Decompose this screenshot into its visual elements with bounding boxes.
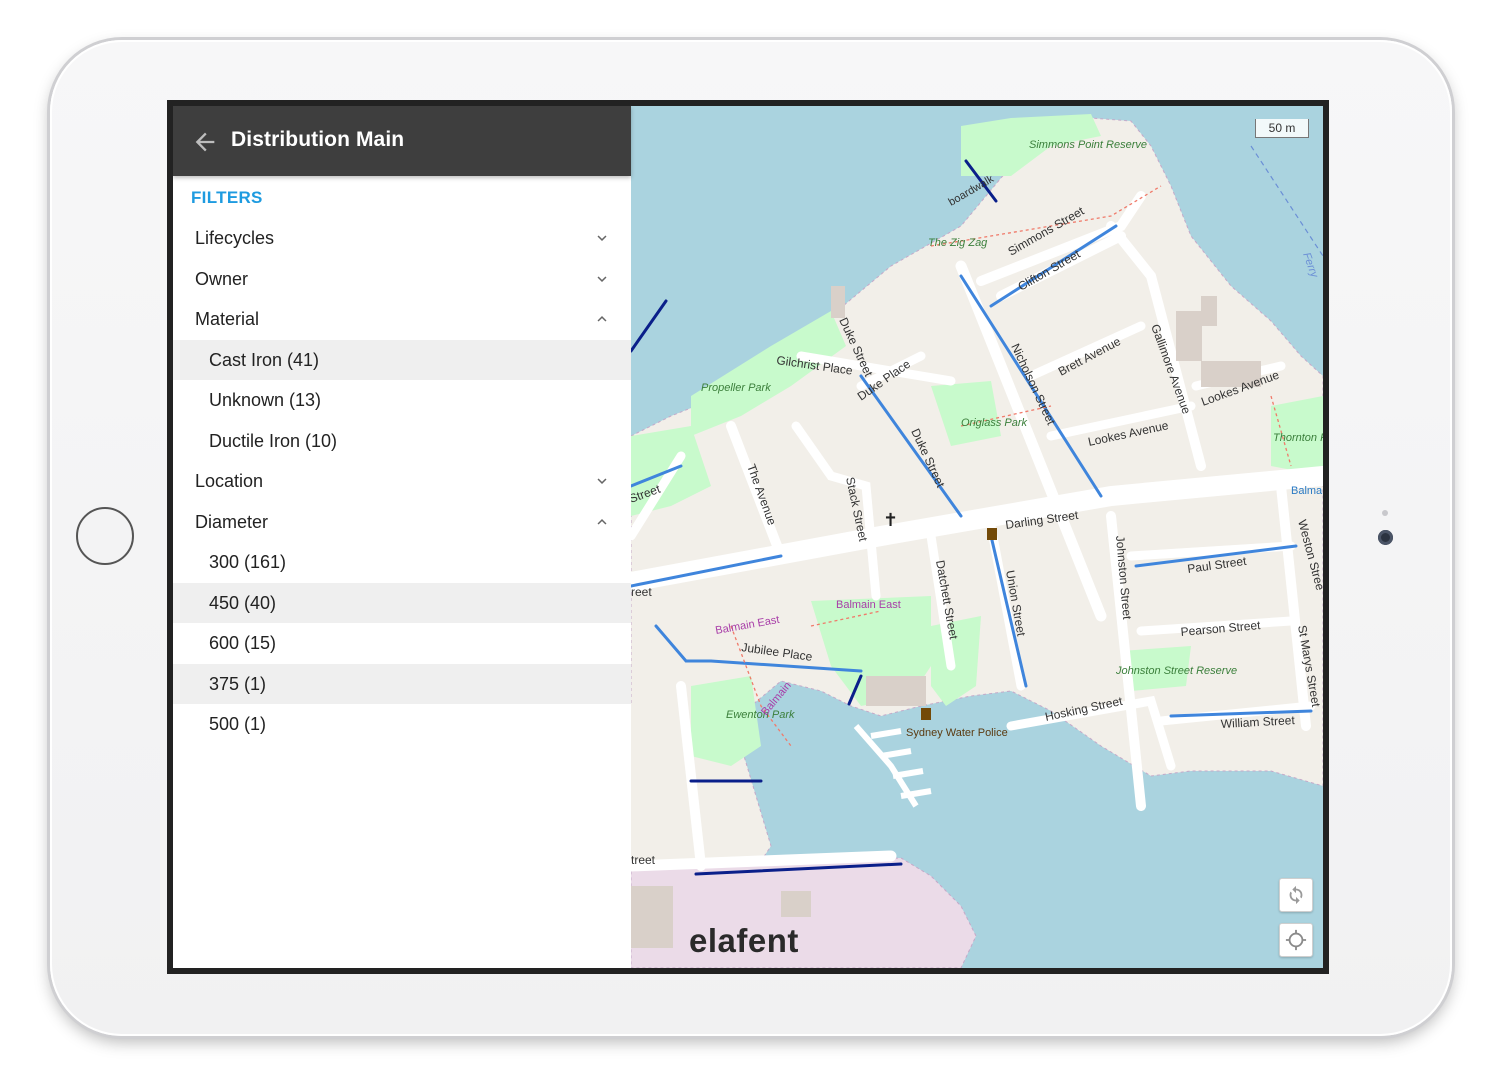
building (1201, 296, 1217, 326)
filter-label: Lifecycles (195, 228, 275, 248)
chevron-down-icon (597, 275, 607, 282)
app-viewport: Distribution Main FILTERS Lifecycles Own… (173, 106, 1323, 968)
option-label: 450 (40) (209, 592, 277, 613)
place-label: Johnston Street Reserve (1115, 665, 1237, 677)
arrow-left-icon (195, 132, 215, 152)
police-icon (921, 708, 931, 720)
filter-diameter[interactable]: Diameter (173, 502, 631, 543)
refresh-icon (1289, 885, 1303, 905)
front-camera (1378, 530, 1393, 545)
locate-button[interactable] (1279, 923, 1313, 957)
building (781, 891, 811, 917)
option-label: Cast Iron (41) (209, 349, 320, 370)
filter-list: Lifecycles Owner Material Cast Iron (41)… (173, 218, 631, 745)
filter-label: Location (195, 471, 264, 491)
rotate-button[interactable] (1279, 878, 1313, 912)
option-375[interactable]: 375 (1) (173, 663, 631, 704)
option-label: 600 (15) (209, 633, 277, 653)
option-cast-iron[interactable]: Cast Iron (41) (173, 339, 631, 380)
panel-header: Distribution Main (173, 106, 631, 176)
tablet-screen: Distribution Main FILTERS Lifecycles Own… (167, 100, 1329, 974)
church-icon: ✝ (883, 510, 898, 530)
chevron-up-icon (597, 316, 607, 322)
option-label: 500 (1) (209, 714, 267, 734)
option-500[interactable]: 500 (1) (173, 704, 631, 745)
filter-label: Owner (195, 268, 249, 289)
option-300[interactable]: 300 (161) (173, 542, 631, 583)
street-label: reet (631, 585, 652, 599)
map-scale: 50 m (1255, 119, 1309, 138)
filters-heading: FILTERS (191, 188, 263, 207)
place-label: Origlass Park (961, 417, 1028, 429)
filter-location[interactable]: Location (173, 461, 631, 502)
place-label: Propeller Park (701, 382, 771, 394)
option-unknown[interactable]: Unknown (13) (173, 380, 631, 421)
building (631, 886, 673, 948)
filter-owner[interactable]: Owner (173, 259, 631, 300)
building (866, 676, 926, 706)
back-button[interactable] (191, 128, 219, 156)
filter-lifecycles[interactable]: Lifecycles (173, 218, 631, 259)
option-ductile-iron[interactable]: Ductile Iron (10) (173, 421, 631, 462)
place-label: Sydney Water Police (906, 727, 1008, 739)
option-label: Ductile Iron (10) (209, 430, 338, 451)
place-label: Balma East (1291, 485, 1323, 497)
place-label: Balmain East (836, 599, 901, 611)
park-area (691, 676, 761, 766)
chevron-down-icon (597, 478, 607, 484)
street-label: treet (631, 853, 656, 867)
filter-material[interactable]: Material (173, 299, 631, 340)
option-label: 300 (161) (209, 552, 287, 572)
filter-label: Material (195, 309, 260, 329)
option-600[interactable]: 600 (15) (173, 623, 631, 664)
map-canvas[interactable]: ✝ Darling Street Simmons Street Clifton … (631, 106, 1323, 968)
option-label: Unknown (13) (209, 390, 322, 410)
place-label: Thornton Park (1273, 432, 1323, 444)
building (1176, 311, 1202, 361)
elafent-logo: elafent (689, 922, 799, 959)
chevron-up-icon (597, 518, 607, 525)
home-button[interactable] (76, 507, 134, 565)
building (831, 286, 845, 318)
option-450[interactable]: 450 (40) (173, 582, 631, 623)
crosshair-icon (1285, 929, 1307, 951)
option-label: 375 (1) (209, 673, 267, 694)
filter-label: Diameter (195, 511, 269, 532)
chevron-down-icon (597, 235, 607, 241)
sensor (1382, 510, 1388, 516)
place-label: The Zig Zag (928, 237, 988, 249)
filter-panel: Distribution Main FILTERS Lifecycles Own… (173, 106, 631, 968)
bus-stop-icon (987, 528, 997, 540)
panel-title: Distribution Main (231, 128, 405, 151)
place-label: Simmons Point Reserve (1029, 139, 1147, 151)
